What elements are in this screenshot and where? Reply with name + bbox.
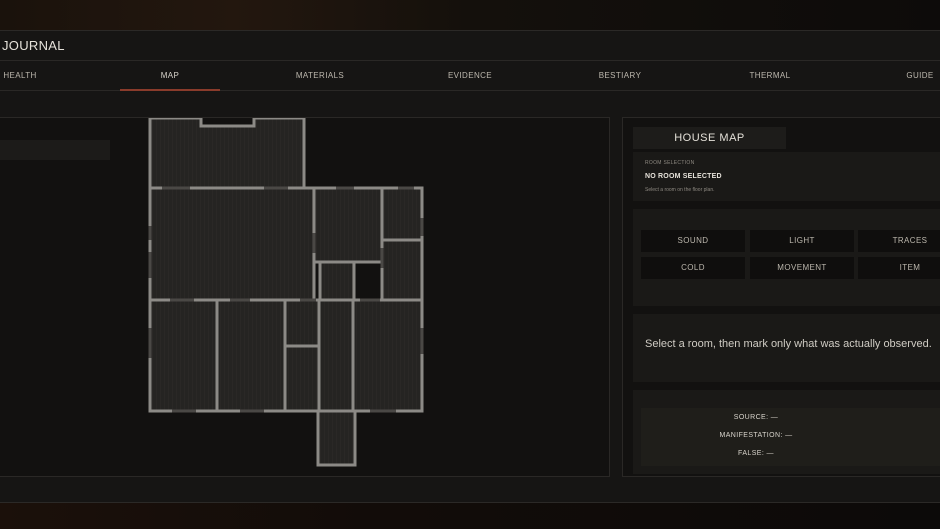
sound-button[interactable]: SOUND	[641, 230, 745, 252]
traces-button[interactable]: TRACES	[858, 230, 940, 252]
movement-button[interactable]: MOVEMENT	[750, 257, 854, 279]
room-bottom-left[interactable]	[148, 298, 219, 413]
journal-header: JOURNAL	[0, 31, 940, 61]
room-bottom-right[interactable]	[351, 298, 424, 413]
room-porch-top[interactable]	[148, 118, 306, 190]
floor-plan-panel	[0, 117, 610, 477]
room-right-top[interactable]	[312, 186, 384, 264]
tab-bar: HEALTH MAP MATERIALS EVIDENCE BESTIARY T…	[0, 61, 940, 91]
observation-buttons: SOUND LIGHT TRACES COLD MOVEMENT ITEM	[633, 209, 940, 306]
cold-button[interactable]: COLD	[641, 257, 745, 279]
tab-evidence[interactable]: EVIDENCE	[420, 61, 520, 91]
result-manifestation: MANIFESTATION: —	[719, 432, 793, 439]
result-source: SOURCE: —	[733, 414, 779, 421]
room-main-hall[interactable]	[148, 186, 316, 302]
room-small-upper[interactable]	[283, 298, 321, 348]
room-hallway[interactable]	[317, 298, 355, 413]
sidebar-title: HOUSE MAP	[633, 127, 786, 149]
background-top-strip	[0, 0, 940, 30]
tab-health[interactable]: HEALTH	[0, 61, 70, 91]
instruction-text: Select a room, then mark only what was a…	[645, 338, 932, 350]
tab-map[interactable]: MAP	[120, 61, 220, 91]
floor-plan	[148, 118, 424, 467]
room-corridor[interactable]	[318, 260, 356, 302]
instruction-box: Select a room, then mark only what was a…	[633, 314, 940, 382]
room-selection-value: NO ROOM SELECTED	[645, 173, 722, 180]
room-far-right-middle[interactable]	[380, 238, 424, 302]
room-small-lower[interactable]	[283, 344, 321, 413]
room-bottom-2[interactable]	[215, 298, 287, 413]
map-content: HOUSE MAP ROOM SELECTION NO ROOM SELECTE…	[0, 91, 940, 504]
journal-title: JOURNAL	[2, 38, 65, 53]
room-selection-hint: Select a room on the floor plan.	[645, 187, 715, 193]
background-bottom-strip	[0, 503, 940, 529]
journal-panel: JOURNAL HEALTH MAP MATERIALS EVIDENCE BE…	[0, 30, 940, 503]
result-false: FALSE: —	[738, 450, 774, 457]
results-inner: SOURCE: — MANIFESTATION: — FALSE: —	[641, 408, 940, 466]
tab-guide[interactable]: GUIDE	[870, 61, 940, 91]
tab-materials[interactable]: MATERIALS	[270, 61, 370, 91]
room-stairs-bottom[interactable]	[316, 409, 357, 467]
room-selection-box: ROOM SELECTION NO ROOM SELECTED Select a…	[633, 152, 940, 201]
item-button[interactable]: ITEM	[858, 257, 940, 279]
tab-bestiary[interactable]: BESTIARY	[570, 61, 670, 91]
room-far-right-top[interactable]	[380, 186, 424, 242]
tab-thermal[interactable]: THERMAL	[720, 61, 820, 91]
light-button[interactable]: LIGHT	[750, 230, 854, 252]
house-map-sidebar: HOUSE MAP ROOM SELECTION NO ROOM SELECTE…	[622, 117, 940, 477]
room-selection-caption: ROOM SELECTION	[645, 160, 695, 166]
results-box: SOURCE: — MANIFESTATION: — FALSE: —	[633, 390, 940, 474]
